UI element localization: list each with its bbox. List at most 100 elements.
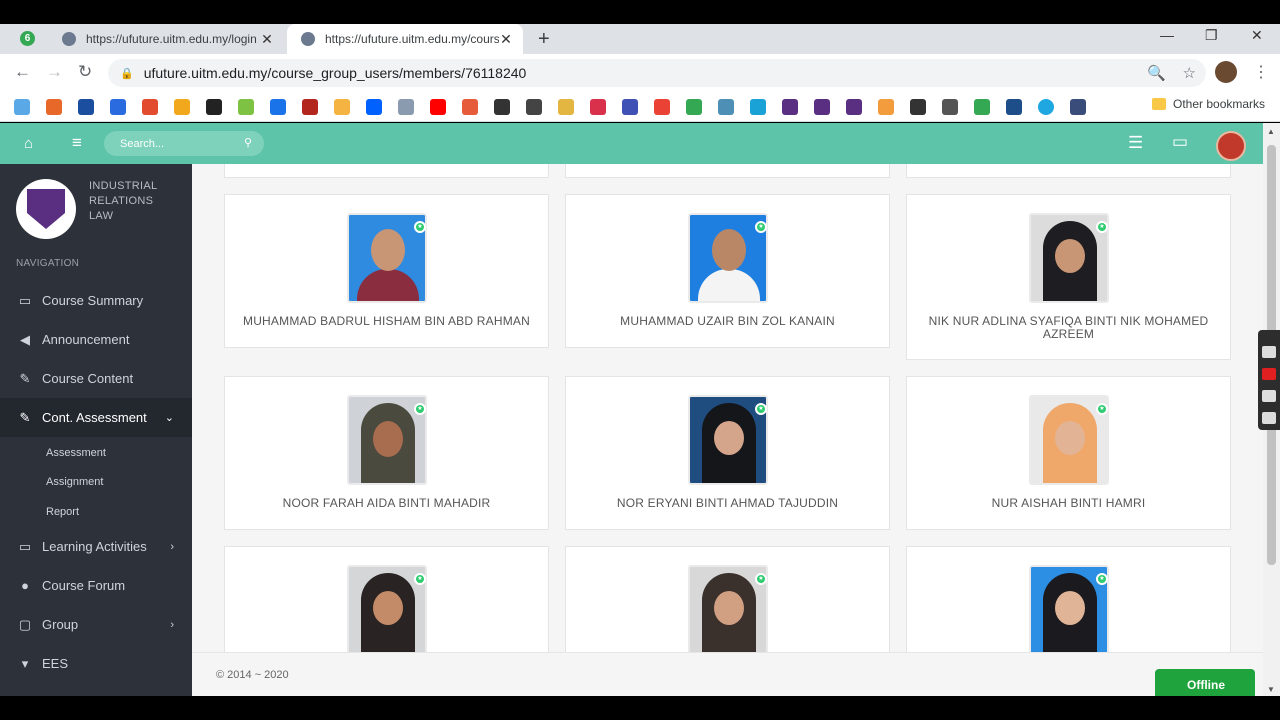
sidebar-subitem-assessment[interactable]: Assessment <box>46 447 106 459</box>
back-icon[interactable]: ← <box>14 62 31 82</box>
bookmark-icon[interactable] <box>14 99 30 115</box>
bookmark-icon[interactable] <box>750 99 766 115</box>
member-card[interactable] <box>565 164 890 178</box>
bookmark-icon[interactable] <box>846 99 862 115</box>
bookmark-icon[interactable] <box>718 99 734 115</box>
bookmark-icon[interactable] <box>334 99 350 115</box>
bookmark-icon[interactable] <box>814 99 830 115</box>
online-badge-icon: ★ <box>1096 573 1108 585</box>
record-icon[interactable] <box>1262 368 1276 380</box>
bookmark-icon[interactable] <box>206 99 222 115</box>
member-card[interactable]: ★ MUHAMMAD UZAIR BIN ZOL KANAIN <box>565 194 890 348</box>
browser-tab-bar: 6 https://ufuture.uitm.edu.my/login ✕ ht… <box>0 24 1280 54</box>
member-card[interactable] <box>906 164 1231 178</box>
sidebar-item-ees[interactable]: ▾ EES <box>0 644 192 683</box>
gear-icon[interactable] <box>1262 412 1276 424</box>
bookmark-icon[interactable] <box>558 99 574 115</box>
bookmark-icon[interactable] <box>462 99 478 115</box>
bookmark-icon[interactable] <box>1038 99 1054 115</box>
scroll-down-icon[interactable]: ▼ <box>1267 685 1275 694</box>
member-card[interactable] <box>224 164 549 178</box>
address-bar-row: ← → ↻ 🔒 ufuture.uitm.edu.my/course_group… <box>0 54 1280 92</box>
sidebar-item-learning-activities[interactable]: ▭ Learning Activities › <box>0 527 192 566</box>
scroll-up-icon[interactable]: ▲ <box>1267 127 1275 136</box>
youtube-icon[interactable] <box>430 99 446 115</box>
reload-icon[interactable]: ↻ <box>78 62 92 82</box>
extension-badge[interactable]: 6 <box>20 31 35 46</box>
bookmark-icon[interactable] <box>110 99 126 115</box>
pencil-icon: ✎ <box>19 409 31 425</box>
member-card[interactable]: ★ MUHAMMAD BADRUL HISHAM BIN ABD RAHMAN <box>224 194 549 348</box>
member-name: MUHAMMAD UZAIR BIN ZOL KANAIN <box>620 314 835 328</box>
star-icon[interactable]: ☆ <box>1183 65 1196 82</box>
sidebar-item-course-content[interactable]: ✎ Course Content <box>0 359 192 398</box>
bookmark-icon[interactable] <box>782 99 798 115</box>
other-bookmarks[interactable]: Other bookmarks <box>1152 97 1265 111</box>
bookmark-icon[interactable] <box>1006 99 1022 115</box>
close-icon[interactable]: ✕ <box>499 31 513 48</box>
forward-icon[interactable]: → <box>46 62 63 82</box>
sidebar-item-announcement[interactable]: ◀ Announcement <box>0 320 192 359</box>
bookmark-icon[interactable] <box>590 99 606 115</box>
gmail-icon[interactable] <box>654 99 670 115</box>
university-logo[interactable] <box>16 179 76 239</box>
member-name: NOOR FARAH AIDA BINTI MAHADIR <box>282 496 491 510</box>
bookmark-icon[interactable] <box>398 99 414 115</box>
search-icon[interactable]: ⚲ <box>244 136 252 149</box>
member-card[interactable]: ★ NIK NUR ADLINA SYAFIQA BINTI NIK MOHAM… <box>906 194 1231 360</box>
bookmark-icon[interactable] <box>46 99 62 115</box>
zoom-icon[interactable]: 🔍 <box>1147 65 1166 82</box>
home-icon[interactable]: ⌂ <box>24 135 33 152</box>
hamburger-icon[interactable]: ≡ <box>72 133 82 153</box>
camera-icon[interactable] <box>1262 346 1276 358</box>
user-avatar[interactable] <box>1216 131 1246 161</box>
close-window-icon[interactable]: ✕ <box>1251 27 1263 44</box>
bookmark-icon[interactable] <box>526 99 542 115</box>
sidebar-item-course-summary[interactable]: ▭ Course Summary <box>0 281 192 320</box>
tab-members[interactable]: https://ufuture.uitm.edu.my/course_group… <box>287 24 523 54</box>
member-card[interactable]: ★ NUR AISHAH BINTI HAMRI <box>906 376 1231 530</box>
url-bar[interactable]: 🔒 ufuture.uitm.edu.my/course_group_users… <box>108 59 1206 87</box>
bookmark-icon[interactable] <box>878 99 894 115</box>
chat-icon[interactable]: ▭ <box>1172 132 1188 152</box>
bookmark-icon[interactable] <box>686 99 702 115</box>
bookmark-icon[interactable] <box>910 99 926 115</box>
bookmark-icon[interactable] <box>78 99 94 115</box>
sidebar-item-group[interactable]: ▢ Group › <box>0 605 192 644</box>
megaphone-icon: ◀ <box>20 331 30 347</box>
bookmark-icon[interactable] <box>142 99 158 115</box>
bookmark-icon[interactable] <box>174 99 190 115</box>
offline-chat-tab[interactable]: Offline <box>1155 669 1255 696</box>
bookmark-icon[interactable] <box>494 99 510 115</box>
globe-icon[interactable] <box>942 99 958 115</box>
image-icon[interactable] <box>1262 390 1276 402</box>
member-card[interactable]: ★ NOR ERYANI BINTI AHMAD TAJUDDIN <box>565 376 890 530</box>
online-badge-icon: ★ <box>755 221 767 233</box>
new-tab-button[interactable]: + <box>538 28 550 51</box>
dropbox-icon[interactable] <box>366 99 382 115</box>
menu-dots-icon[interactable]: ⋮ <box>1253 62 1269 82</box>
sidebar-item-cont-assessment[interactable]: ✎ Cont. Assessment ⌄ <box>0 398 192 437</box>
bookmark-icon[interactable] <box>270 99 286 115</box>
tab-login[interactable]: https://ufuture.uitm.edu.my/login ✕ <box>48 24 284 54</box>
profile-avatar[interactable] <box>1215 61 1237 83</box>
member-card[interactable]: ★ NOOR FARAH AIDA BINTI MAHADIR <box>224 376 549 530</box>
bookmark-icon[interactable] <box>238 99 254 115</box>
folder-icon <box>1152 98 1166 110</box>
search-input[interactable] <box>120 137 230 150</box>
restore-icon[interactable]: ❐ <box>1205 27 1218 44</box>
member-name: NOR ERYANI BINTI AHMAD TAJUDDIN <box>616 496 839 510</box>
pin-icon: ▾ <box>21 655 29 671</box>
online-badge-icon: ★ <box>755 403 767 415</box>
close-icon[interactable]: ✕ <box>260 31 274 48</box>
sidebar-subitem-assignment[interactable]: Assignment <box>46 476 103 488</box>
list-icon[interactable]: ☰ <box>1128 133 1143 153</box>
sidebar-subitem-report[interactable]: Report <box>46 506 79 518</box>
sidebar-item-course-forum[interactable]: ● Course Forum <box>0 566 192 605</box>
minimize-icon[interactable]: — <box>1160 27 1174 43</box>
bookmark-icon[interactable] <box>622 99 638 115</box>
bookmark-icon[interactable] <box>302 99 318 115</box>
drive-icon[interactable] <box>974 99 990 115</box>
copyright-text: © 2014 ~ 2020 <box>216 669 289 681</box>
bookmark-icon[interactable] <box>1070 99 1086 115</box>
